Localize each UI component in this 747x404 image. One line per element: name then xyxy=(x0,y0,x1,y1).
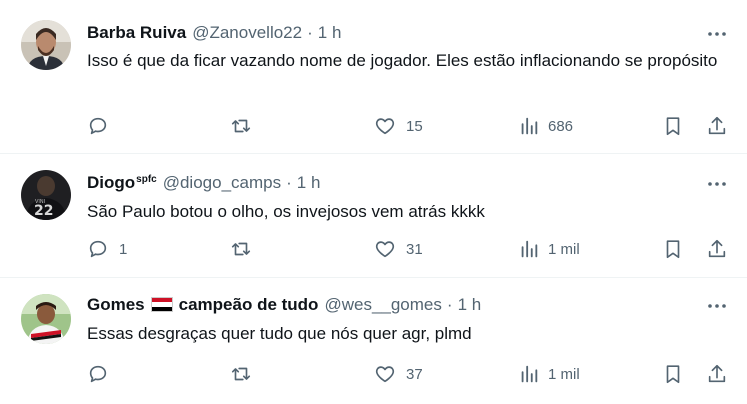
reply-icon xyxy=(87,115,109,137)
timestamp[interactable]: 1 h xyxy=(458,294,482,316)
views-icon xyxy=(518,115,540,137)
reply-icon xyxy=(87,238,109,260)
flag-icon xyxy=(150,297,173,312)
tweet-header: Diogo spfc @diogo_camps · 1 h xyxy=(87,172,320,197)
reply-button[interactable] xyxy=(87,362,119,386)
tweet-text: Isso é que da ficar vazando nome de joga… xyxy=(87,51,718,70)
display-name[interactable]: Gomes xyxy=(87,294,145,316)
views-icon xyxy=(518,363,540,385)
bookmark-icon xyxy=(662,115,684,137)
share-icon xyxy=(706,115,728,137)
views-count: 686 xyxy=(548,117,574,135)
like-button[interactable]: 31 xyxy=(374,237,423,261)
timestamp[interactable]: 1 h xyxy=(297,172,321,194)
like-count: 31 xyxy=(406,240,423,258)
avatar[interactable]: 22 VINI xyxy=(21,170,71,220)
separator-dot: · xyxy=(446,295,453,314)
share-button[interactable] xyxy=(706,114,728,138)
like-button[interactable]: 37 xyxy=(374,362,423,386)
more-dots-icon[interactable] xyxy=(705,22,729,46)
share-icon xyxy=(706,363,728,385)
share-button[interactable] xyxy=(706,237,728,261)
like-count: 37 xyxy=(406,365,423,383)
more-dots-icon[interactable] xyxy=(705,294,729,318)
bookmark-button[interactable] xyxy=(662,362,684,386)
reply-count: 1 xyxy=(119,240,128,258)
retweet-button[interactable] xyxy=(230,362,262,386)
tweet-text: São Paulo botou o olho, os invejosos vem… xyxy=(87,202,485,221)
user-handle[interactable]: @wes__gomes xyxy=(324,294,441,316)
share-icon xyxy=(706,238,728,260)
reply-button[interactable] xyxy=(87,114,119,138)
avatar[interactable] xyxy=(21,20,71,70)
more-dots-icon[interactable] xyxy=(705,172,729,196)
user-handle[interactable]: @Zanovello22 xyxy=(192,22,302,44)
views-button[interactable]: 686 xyxy=(518,114,573,138)
svg-text:VINI: VINI xyxy=(35,199,45,205)
retweet-icon xyxy=(230,238,252,260)
share-button[interactable] xyxy=(706,362,728,386)
views-icon xyxy=(518,238,540,260)
views-button[interactable]: 1 mil xyxy=(518,237,580,261)
tweet-text: Essas desgraças quer tudo que nós quer a… xyxy=(87,324,472,343)
name-badge: spfc xyxy=(136,174,157,185)
tweet[interactable]: Gomes campeão de tudo @wes__gomes · 1 h … xyxy=(0,278,747,404)
heart-icon xyxy=(374,115,396,137)
retweet-button[interactable] xyxy=(230,237,262,261)
views-count: 1 mil xyxy=(548,365,580,383)
avatar[interactable] xyxy=(21,294,71,344)
separator-dot: · xyxy=(307,23,313,42)
display-name-suffix[interactable]: campeão de tudo xyxy=(179,294,319,316)
views-button[interactable]: 1 mil xyxy=(518,362,580,386)
reply-button[interactable]: 1 xyxy=(87,237,127,261)
tweet-header: Barba Ruiva @Zanovello22 · 1 h xyxy=(87,22,341,44)
like-button[interactable]: 15 xyxy=(374,114,423,138)
tweet[interactable]: 22 VINI Diogo spfc @diogo_camps · 1 h Sã… xyxy=(0,154,747,278)
display-name[interactable]: Diogo xyxy=(87,172,135,194)
bookmark-button[interactable] xyxy=(662,237,684,261)
retweet-button[interactable] xyxy=(230,114,262,138)
reply-icon xyxy=(87,363,109,385)
like-count: 15 xyxy=(406,117,423,135)
retweet-icon xyxy=(230,115,252,137)
tweet[interactable]: Barba Ruiva @Zanovello22 · 1 h Isso é qu… xyxy=(0,0,747,154)
timestamp[interactable]: 1 h xyxy=(318,22,342,44)
svg-text:22: 22 xyxy=(34,203,53,219)
views-count: 1 mil xyxy=(548,240,580,258)
bookmark-icon xyxy=(662,363,684,385)
separator-dot: · xyxy=(286,173,292,192)
retweet-icon xyxy=(230,363,252,385)
heart-icon xyxy=(374,363,396,385)
bookmark-icon xyxy=(662,238,684,260)
user-handle[interactable]: @diogo_camps xyxy=(163,172,281,194)
display-name[interactable]: Barba Ruiva xyxy=(87,22,186,44)
heart-icon xyxy=(374,238,396,260)
bookmark-button[interactable] xyxy=(662,114,684,138)
tweet-header: Gomes campeão de tudo @wes__gomes · 1 h xyxy=(87,294,481,316)
